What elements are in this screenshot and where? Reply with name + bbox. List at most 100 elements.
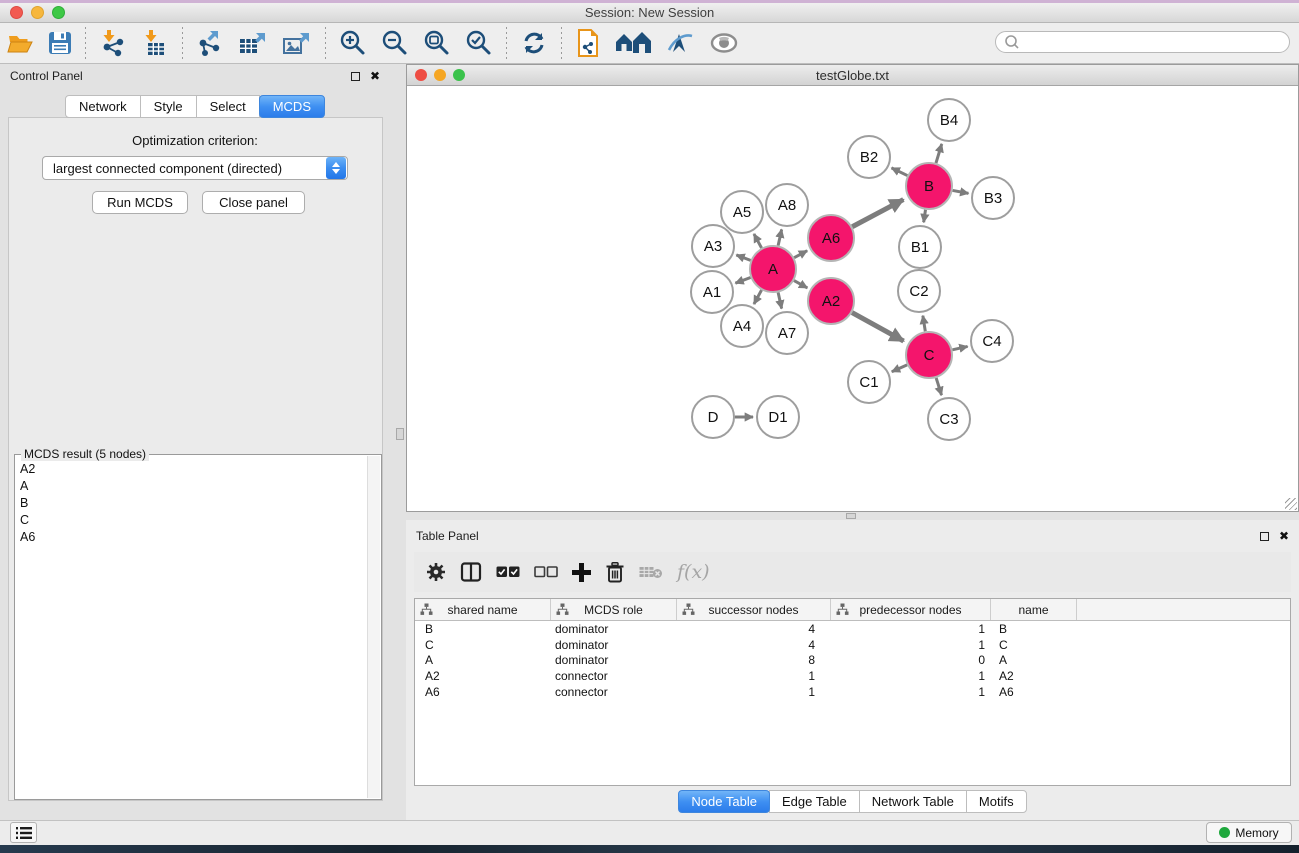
mcds-result-item[interactable]: A — [16, 477, 367, 494]
criterion-select[interactable]: largest connected component (directed) — [42, 156, 348, 180]
graph-edge-C-C3[interactable] — [936, 378, 941, 395]
memory-button[interactable]: Memory — [1206, 822, 1292, 843]
zoom-out-button[interactable] — [374, 26, 416, 60]
table-row[interactable]: Cdominator41C — [415, 637, 1290, 653]
column-header-successor-nodes[interactable]: successor nodes — [677, 599, 831, 620]
mcds-result-item[interactable]: A2 — [16, 460, 367, 477]
show-graphics-button[interactable] — [702, 26, 746, 60]
graph-edge-A-A4[interactable] — [754, 290, 762, 304]
column-header-mcds-role[interactable]: MCDS role — [551, 599, 677, 620]
graph-edge-C-C4[interactable] — [952, 346, 967, 349]
table-tab-motifs[interactable]: Motifs — [966, 790, 1027, 813]
graph-node-D[interactable]: D — [692, 396, 734, 438]
graph-edge-B-B3[interactable] — [953, 190, 969, 193]
import-table-button[interactable] — [134, 26, 176, 60]
split-handle[interactable] — [846, 513, 856, 519]
float-panel-icon[interactable] — [351, 72, 360, 81]
zoom-selected-button[interactable] — [458, 26, 500, 60]
graph-edge-A-A2[interactable] — [794, 281, 807, 288]
network-canvas-svg[interactable]: A A1 A2 A3 A4 A5 A6 A7 A8 B B1 B2 B3B4 C C1 C2 C3C4 D D1 — [407, 86, 1298, 511]
columns-button[interactable] — [460, 562, 482, 582]
graph-edge-B-B4[interactable] — [936, 144, 942, 163]
resize-grip-icon[interactable] — [1285, 498, 1297, 510]
export-table-button[interactable] — [231, 26, 275, 60]
graph-node-B2[interactable]: B2 — [848, 136, 890, 178]
table-row[interactable]: Adominator80A — [415, 652, 1290, 668]
table-row[interactable]: A2connector11A2 — [415, 668, 1290, 684]
export-image-button[interactable] — [275, 26, 319, 60]
graph-node-A5[interactable]: A5 — [721, 191, 763, 233]
graph-node-C2[interactable]: C2 — [898, 270, 940, 312]
tab-select[interactable]: Select — [196, 95, 260, 118]
graph-node-A8[interactable]: A8 — [766, 184, 808, 226]
graph-node-A2[interactable]: A2 — [808, 278, 854, 324]
result-scrollbar[interactable] — [367, 456, 380, 798]
mcds-result-item[interactable]: B — [16, 494, 367, 511]
delete-table-button[interactable] — [639, 565, 663, 579]
gear-button[interactable] — [426, 562, 446, 582]
close-panel-button[interactable]: Close panel — [202, 191, 305, 214]
search-input[interactable] — [1023, 33, 1289, 51]
close-panel-icon[interactable]: ✖ — [370, 69, 380, 83]
mcds-result-item[interactable]: A6 — [16, 528, 367, 545]
table-tab-network-table[interactable]: Network Table — [859, 790, 967, 813]
graph-edge-A-A3[interactable] — [736, 255, 750, 260]
graph-edge-B-B2[interactable] — [892, 168, 908, 176]
task-history-button[interactable] — [10, 822, 37, 843]
graph-edge-C-C2[interactable] — [923, 316, 925, 332]
graph-node-B1[interactable]: B1 — [899, 226, 941, 268]
table-row[interactable]: A6connector11A6 — [415, 684, 1290, 700]
open-file-button[interactable] — [0, 26, 41, 60]
graph-node-A1[interactable]: A1 — [691, 271, 733, 313]
delete-column-button[interactable] — [605, 562, 625, 583]
graph-node-B[interactable]: B — [906, 163, 952, 209]
graph-edge-A-A7[interactable] — [778, 292, 782, 308]
search-box[interactable] — [995, 31, 1290, 53]
graph-node-B4[interactable]: B4 — [928, 99, 970, 141]
graph-node-A7[interactable]: A7 — [766, 312, 808, 354]
table-tab-edge-table[interactable]: Edge Table — [769, 790, 860, 813]
graph-edge-A-A5[interactable] — [754, 234, 762, 248]
function-builder-button[interactable]: f(x) — [677, 561, 710, 583]
tab-style[interactable]: Style — [140, 95, 197, 118]
graph-node-C[interactable]: C — [906, 332, 952, 378]
home-pages-button[interactable] — [608, 26, 658, 60]
close-table-panel-icon[interactable]: ✖ — [1279, 529, 1289, 543]
graph-node-D1[interactable]: D1 — [757, 396, 799, 438]
graph-edge-A6-B[interactable] — [852, 200, 903, 227]
float-table-panel-icon[interactable] — [1260, 532, 1269, 541]
graph-node-A3[interactable]: A3 — [692, 225, 734, 267]
graph-edge-C-C1[interactable] — [892, 365, 907, 372]
graph-node-A4[interactable]: A4 — [721, 305, 763, 347]
graph-node-B3[interactable]: B3 — [972, 177, 1014, 219]
network-window-titlebar[interactable]: testGlobe.txt — [407, 65, 1298, 86]
column-header-shared-name[interactable]: shared name — [415, 599, 551, 620]
graph-edge-A-A1[interactable] — [735, 277, 750, 283]
tab-mcds[interactable]: MCDS — [259, 95, 325, 118]
graph-edge-A-A8[interactable] — [778, 229, 782, 245]
clone-network-button[interactable] — [568, 26, 608, 60]
mcds-result-item[interactable]: C — [16, 511, 367, 528]
graph-edge-B-B1[interactable] — [924, 210, 926, 223]
refresh-button[interactable] — [513, 26, 555, 60]
zoom-fit-button[interactable] — [416, 26, 458, 60]
graph-node-C1[interactable]: C1 — [848, 361, 890, 403]
graph-node-C4[interactable]: C4 — [971, 320, 1013, 362]
table-header[interactable]: shared nameMCDS rolesuccessor nodesprede… — [415, 599, 1290, 621]
run-mcds-button[interactable]: Run MCDS — [92, 191, 188, 214]
tab-network[interactable]: Network — [65, 95, 141, 118]
graph-node-A6[interactable]: A6 — [808, 215, 854, 261]
graph-node-A[interactable]: A — [750, 246, 796, 292]
graph-edge-A-A6[interactable] — [794, 251, 807, 258]
save-session-button[interactable] — [41, 26, 79, 60]
zoom-in-button[interactable] — [332, 26, 374, 60]
column-header-predecessor-nodes[interactable]: predecessor nodes — [831, 599, 991, 620]
export-network-button[interactable] — [189, 26, 231, 60]
import-network-button[interactable] — [92, 26, 134, 60]
add-column-button[interactable] — [572, 563, 591, 582]
hide-annotations-button[interactable] — [658, 26, 702, 60]
graph-node-C3[interactable]: C3 — [928, 398, 970, 440]
graph-edge-A2-C[interactable] — [852, 313, 904, 341]
column-header-name[interactable]: name — [991, 599, 1077, 620]
split-handle[interactable] — [396, 428, 404, 440]
